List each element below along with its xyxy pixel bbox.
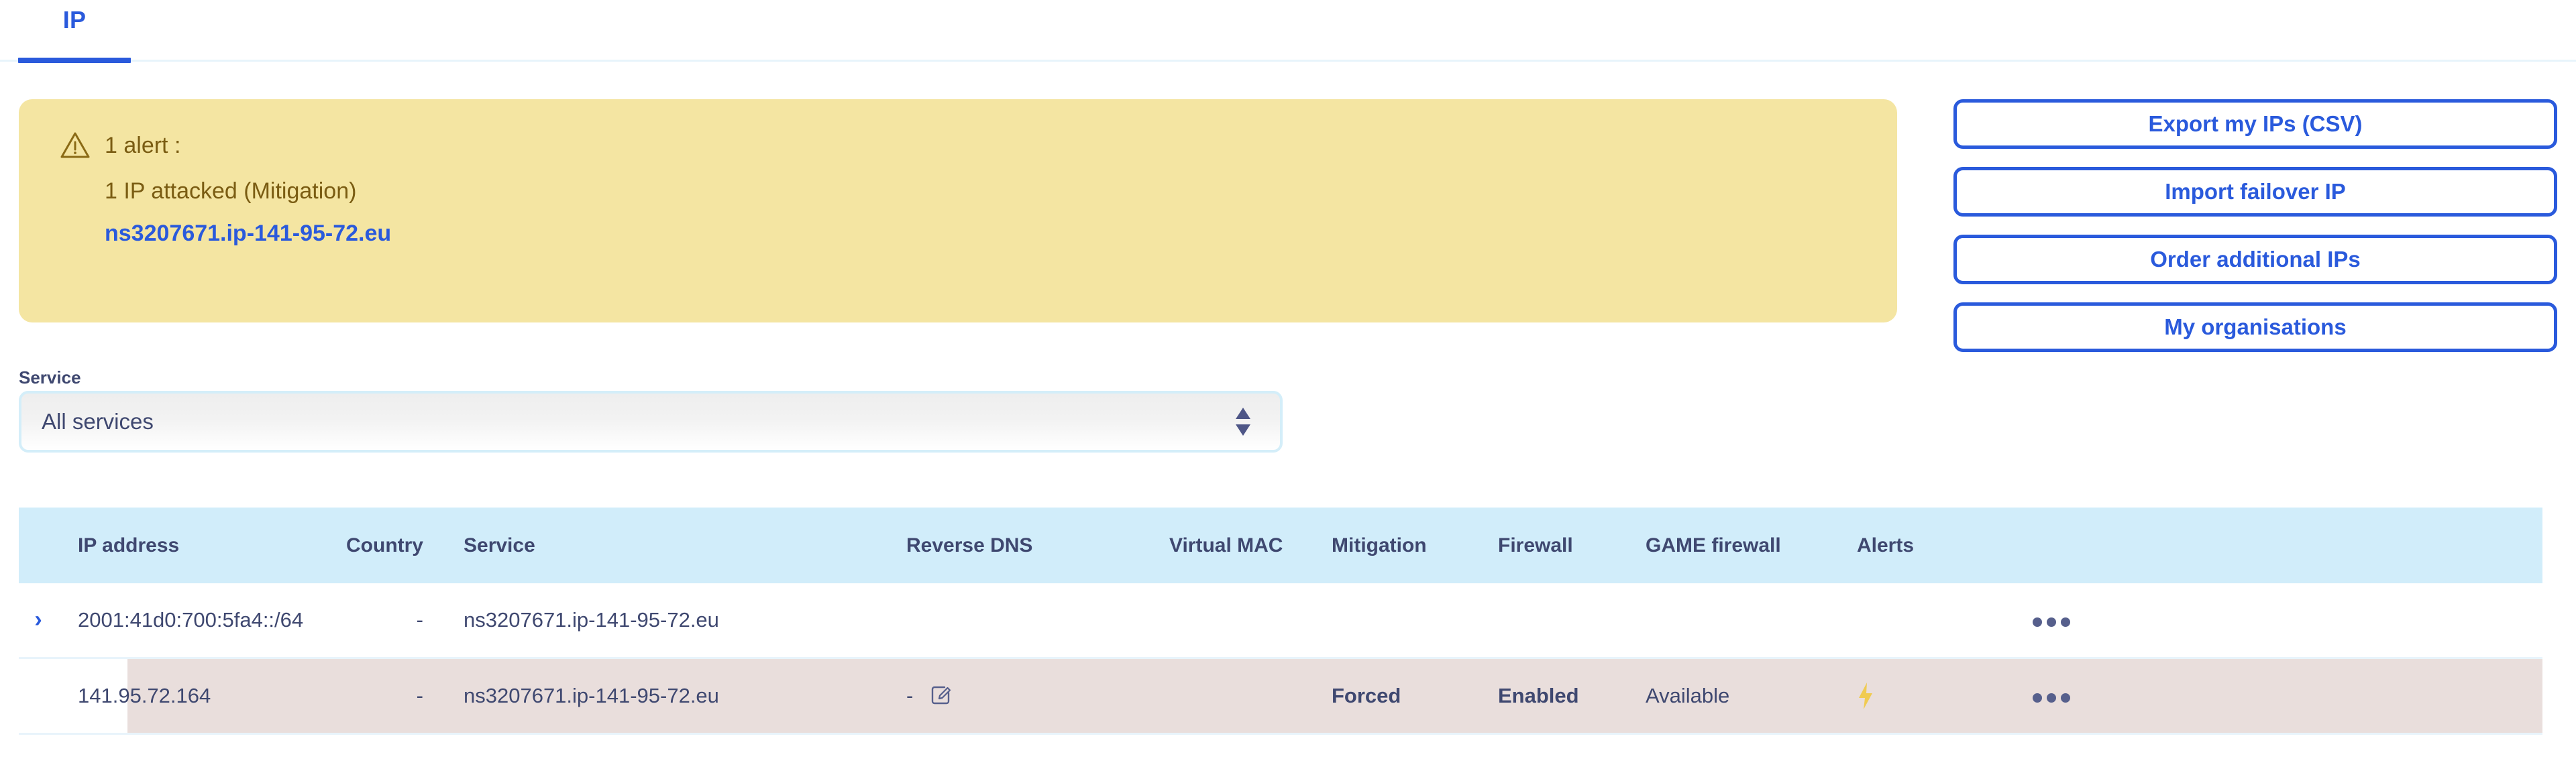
chevron-right-icon[interactable]: ›	[34, 608, 42, 631]
lightning-bolt-icon	[1859, 683, 1872, 709]
row-expand-toggle[interactable]: ›	[19, 608, 58, 632]
table-header-row: IP address Country Service Reverse DNS V…	[19, 508, 2542, 583]
table-header-reverse-dns: Reverse DNS	[906, 534, 1033, 556]
row-actions-menu[interactable]	[2025, 684, 2542, 708]
row-country: -	[416, 608, 423, 632]
my-organisations-button[interactable]: My organisations	[1953, 302, 2557, 352]
kebab-menu-icon[interactable]	[2033, 693, 2070, 703]
action-button-group: Export my IPs (CSV) Import failover IP O…	[1953, 99, 2557, 370]
row-alerts-cell	[1830, 682, 2025, 710]
tab-bar: IP	[0, 0, 2576, 63]
tab-ip[interactable]: IP	[18, 0, 131, 62]
table-header-mitigation: Mitigation	[1332, 534, 1427, 556]
tab-bar-divider	[0, 60, 2576, 62]
row-firewall: Enabled	[1498, 684, 1579, 707]
table-header-ip-address: IP address	[78, 534, 180, 556]
warning-triangle-icon	[60, 132, 90, 158]
service-filter[interactable]: All services	[19, 391, 1283, 453]
row-service: ns3207671.ip-141-95-72.eu	[464, 608, 719, 632]
table-header-virtual-mac: Virtual MAC	[1169, 534, 1283, 556]
row-mitigation: Forced	[1332, 684, 1401, 707]
table-header-game-firewall: GAME firewall	[1646, 534, 1781, 556]
table-header-alerts: Alerts	[1857, 534, 1915, 556]
order-additional-ips-button[interactable]: Order additional IPs	[1953, 235, 2557, 284]
row-country: -	[416, 684, 423, 707]
edit-pencil-icon[interactable]	[931, 685, 951, 705]
table-row[interactable]: › 2001:41d0:700:5fa4::/64 - ns3207671.ip…	[19, 583, 2542, 659]
row-game-firewall: Available	[1646, 684, 1730, 707]
table-header-firewall: Firewall	[1498, 534, 1573, 556]
alert-detail: 1 IP attacked (Mitigation)	[105, 178, 357, 204]
import-failover-ip-button[interactable]: Import failover IP	[1953, 167, 2557, 217]
row-reverse-dns-cell: -	[645, 684, 1141, 708]
row-service: ns3207671.ip-141-95-72.eu	[464, 684, 719, 707]
row-ip-address: 141.95.72.164	[78, 684, 211, 707]
tab-ip-label: IP	[62, 6, 87, 34]
service-filter-select[interactable]: All services	[19, 391, 1283, 453]
service-filter-selected-value: All services	[42, 409, 154, 434]
kebab-menu-icon[interactable]	[2033, 617, 2070, 627]
row-actions-menu[interactable]	[2025, 608, 2542, 632]
table-header-country: Country	[346, 534, 423, 556]
table-row[interactable]: 141.95.72.164 - ns3207671.ip-141-95-72.e…	[19, 659, 2542, 735]
alert-title: 1 alert :	[105, 133, 181, 158]
service-filter-label: Service	[19, 367, 81, 388]
tab-ip-active-indicator	[18, 58, 131, 63]
table-header-service: Service	[464, 534, 535, 556]
row-ip-address: 2001:41d0:700:5fa4::/64	[78, 608, 304, 632]
alert-banner: 1 alert : 1 IP attacked (Mitigation) ns3…	[19, 99, 1897, 322]
export-my-ips-csv-button[interactable]: Export my IPs (CSV)	[1953, 99, 2557, 149]
ip-table: IP address Country Service Reverse DNS V…	[19, 508, 2542, 735]
alert-affected-host-link[interactable]: ns3207671.ip-141-95-72.eu	[105, 221, 391, 247]
row-reverse-dns: -	[906, 684, 914, 707]
alert-header-row: 1 alert :	[60, 129, 1897, 162]
